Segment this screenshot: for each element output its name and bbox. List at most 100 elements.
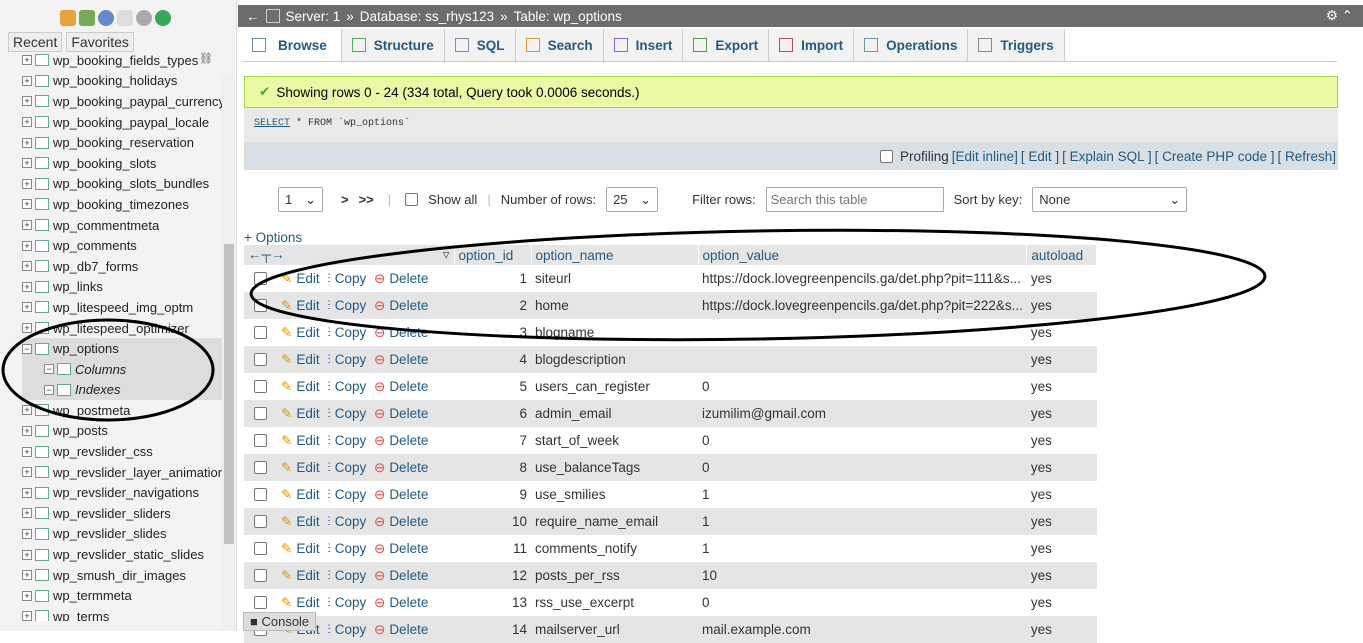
cell-autoload[interactable]: yes	[1026, 616, 1097, 643]
cell-option_id[interactable]: 2	[454, 292, 531, 319]
row-checkbox[interactable]	[254, 434, 267, 448]
profiling-checkbox[interactable]	[880, 149, 894, 163]
cell-autoload[interactable]: yes	[1026, 427, 1097, 454]
edit-link[interactable]: Edit	[296, 460, 319, 475]
logout-icon[interactable]	[79, 10, 95, 26]
rows-select[interactable]: 25 ⌄	[606, 187, 659, 212]
delete-link[interactable]: Delete	[389, 298, 428, 313]
tree-item[interactable]: + wp_booking_reservation	[22, 132, 222, 153]
tab-import[interactable]: Import	[769, 29, 855, 61]
delete-link[interactable]: Delete	[389, 379, 428, 394]
edit-link[interactable]: Edit	[296, 568, 319, 583]
row-checkbox[interactable]	[254, 299, 267, 313]
delete-link[interactable]: Delete	[389, 325, 428, 340]
column-resize-header[interactable]: ←┬→ ▿	[244, 245, 455, 265]
tree-item[interactable]: + wp_revslider_layer_animations	[22, 462, 222, 483]
cell-option_name[interactable]: use_balanceTags	[531, 454, 698, 481]
expand-icon[interactable]: +	[22, 549, 32, 560]
expand-icon[interactable]: +	[22, 590, 32, 601]
row-checkbox[interactable]	[254, 542, 267, 556]
cell-option_name[interactable]: home	[531, 292, 698, 319]
cell-autoload[interactable]: yes	[1026, 481, 1097, 508]
query-link[interactable]: [ Create PHP code ]	[1155, 149, 1275, 164]
edit-link[interactable]: Edit	[296, 541, 319, 556]
cell-option_id[interactable]: 5	[454, 373, 531, 400]
cell-autoload[interactable]: yes	[1026, 346, 1097, 373]
tree-item[interactable]: + wp_booking_paypal_currency	[22, 91, 222, 112]
copy-link[interactable]: Copy	[335, 514, 367, 529]
tab-sql[interactable]: SQL	[444, 29, 516, 61]
edit-link[interactable]: Edit	[296, 352, 319, 367]
copy-link[interactable]: Copy	[335, 379, 367, 394]
filter-input[interactable]	[765, 187, 944, 212]
row-checkbox[interactable]	[254, 488, 267, 502]
options-link[interactable]: + Options	[244, 230, 302, 245]
expand-icon[interactable]: +	[22, 178, 32, 189]
tree-item[interactable]: + wp_booking_slots	[22, 153, 222, 174]
tree-item[interactable]: + wp_smush_dir_images	[22, 565, 222, 586]
cell-option_name[interactable]: siteurl	[531, 265, 698, 292]
cell-option_name[interactable]: rss_use_excerpt	[531, 589, 698, 616]
cell-option_name[interactable]: comments_notify	[531, 535, 698, 562]
cell-option_value[interactable]: mail.example.com	[698, 616, 1027, 643]
delete-link[interactable]: Delete	[389, 460, 428, 475]
edit-link[interactable]: Edit	[296, 595, 319, 610]
copy-link[interactable]: Copy	[335, 352, 367, 367]
cell-option_id[interactable]: 14	[454, 616, 531, 643]
breadcrumb-table[interactable]: Table: wp_options	[514, 9, 622, 24]
show-all-checkbox[interactable]	[405, 193, 419, 206]
edit-link[interactable]: Edit	[296, 325, 319, 340]
expand-icon[interactable]: −	[44, 384, 54, 395]
cell-option_value[interactable]	[698, 319, 1027, 346]
tree-item[interactable]: + wp_litespeed_optimizer	[22, 318, 222, 339]
last-button[interactable]: >>	[359, 192, 374, 207]
cell-option_name[interactable]: admin_email	[531, 400, 698, 427]
cell-option_name[interactable]: require_name_email	[531, 508, 698, 535]
cell-option_name[interactable]: mailserver_url	[531, 616, 698, 643]
breadcrumb-database[interactable]: Database: ss_rhys123	[360, 9, 494, 24]
tree-item[interactable]: + wp_commentmeta	[22, 215, 222, 236]
cell-option_id[interactable]: 4	[454, 346, 531, 373]
copy-link[interactable]: Copy	[335, 433, 367, 448]
cell-option_value[interactable]	[698, 346, 1027, 373]
row-checkbox[interactable]	[254, 353, 267, 367]
row-checkbox[interactable]	[254, 380, 267, 394]
edit-link[interactable]: Edit	[296, 271, 319, 286]
tree-item[interactable]: + wp_db7_forms	[22, 256, 222, 277]
favorites-tab[interactable]: Favorites	[66, 32, 134, 52]
row-checkbox[interactable]	[254, 272, 267, 286]
edit-link[interactable]: Edit	[296, 298, 319, 313]
query-link[interactable]: [Edit inline]	[952, 149, 1018, 164]
expand-icon[interactable]: +	[22, 199, 32, 210]
row-checkbox[interactable]	[254, 461, 267, 475]
help-icon[interactable]	[98, 10, 114, 26]
settings-gear-icon[interactable]: ⚙ ⌃	[1326, 8, 1353, 24]
delete-link[interactable]: Delete	[389, 622, 428, 637]
cell-option_value[interactable]: https://dock.lovegreenpencils.ga/det.php…	[698, 265, 1027, 292]
edit-link[interactable]: Edit	[296, 514, 319, 529]
cell-option_id[interactable]: 8	[454, 454, 531, 481]
expand-icon[interactable]: +	[22, 220, 32, 231]
delete-link[interactable]: Delete	[389, 271, 428, 286]
expand-icon[interactable]: +	[22, 137, 32, 148]
cell-option_name[interactable]: users_can_register	[531, 373, 698, 400]
delete-link[interactable]: Delete	[389, 433, 428, 448]
cell-autoload[interactable]: yes	[1026, 373, 1097, 400]
cell-option_value[interactable]: izumilim@gmail.com	[698, 400, 1027, 427]
tree-item[interactable]: + wp_termmeta	[22, 585, 222, 606]
expand-icon[interactable]: +	[22, 75, 32, 86]
delete-link[interactable]: Delete	[389, 568, 428, 583]
tree-item[interactable]: + wp_booking_timezones	[22, 194, 222, 215]
cell-autoload[interactable]: yes	[1026, 535, 1097, 562]
column-header-option_name[interactable]: option_name	[531, 245, 699, 265]
tab-export[interactable]: Export	[683, 29, 770, 61]
cell-autoload[interactable]: yes	[1026, 454, 1097, 481]
row-checkbox[interactable]	[254, 407, 267, 421]
tree-item[interactable]: + wp_revslider_slides	[22, 524, 222, 545]
edit-link[interactable]: Edit	[296, 379, 319, 394]
edit-link[interactable]: Edit	[296, 406, 319, 421]
tab-operations[interactable]: Operations	[854, 29, 969, 61]
row-checkbox[interactable]	[254, 596, 267, 610]
tree-item[interactable]: + wp_booking_paypal_locale	[22, 112, 222, 133]
expand-icon[interactable]: +	[22, 467, 32, 478]
